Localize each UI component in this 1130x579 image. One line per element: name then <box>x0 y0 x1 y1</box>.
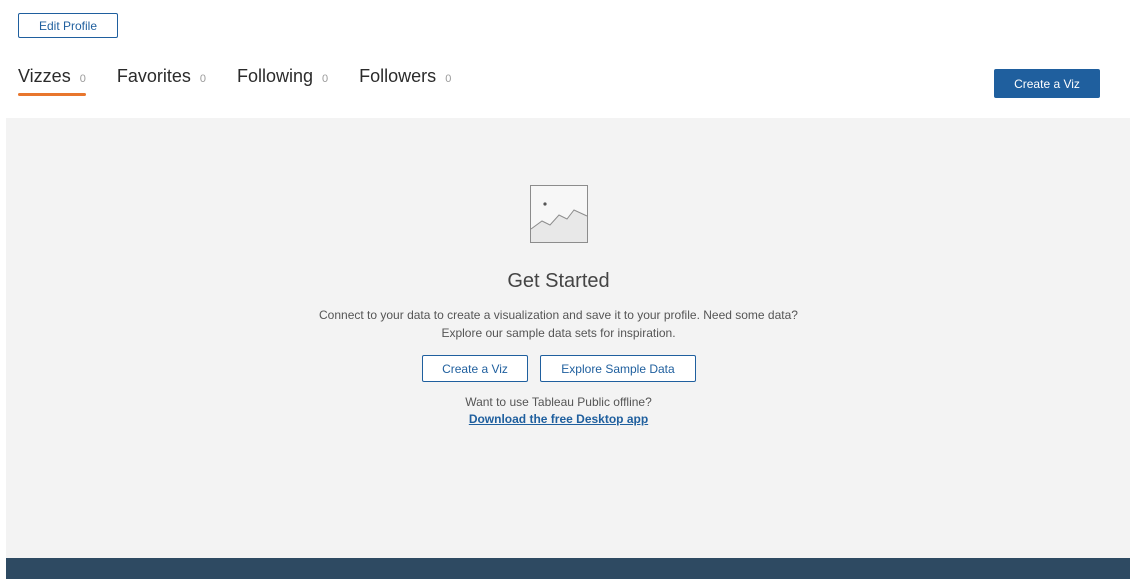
tab-label: Followers <box>359 66 437 86</box>
tab-followers[interactable]: Followers 0 <box>359 66 451 98</box>
description-line: Connect to your data to create a visuali… <box>319 308 798 322</box>
create-viz-outline-button[interactable]: Create a Viz <box>422 355 528 382</box>
explore-sample-data-button[interactable]: Explore Sample Data <box>540 355 696 382</box>
download-desktop-container: Download the free Desktop app <box>6 412 1111 426</box>
create-viz-button[interactable]: Create a Viz <box>994 69 1100 98</box>
tab-following[interactable]: Following 0 <box>237 66 328 98</box>
tab-count: 0 <box>199 73 206 85</box>
tab-count: 0 <box>322 73 329 85</box>
image-placeholder-icon <box>530 185 588 243</box>
tab-label: Following <box>236 66 314 86</box>
offline-prompt: Want to use Tableau Public offline? <box>465 395 652 409</box>
empty-state-description: Connect to your data to create a visuali… <box>6 306 1111 342</box>
tab-label: Vizzes <box>18 66 71 86</box>
tab-label: Favorites <box>116 66 191 86</box>
download-desktop-link[interactable]: Download the free Desktop app <box>469 412 648 426</box>
empty-state-actions: Create a Viz Explore Sample Data <box>422 355 696 382</box>
empty-state-panel: Get Started Connect to your data to crea… <box>6 118 1130 558</box>
tab-favorites[interactable]: Favorites 0 <box>117 66 206 98</box>
description-line: Explore our sample data sets for inspira… <box>441 326 676 340</box>
edit-profile-button[interactable]: Edit Profile <box>18 13 118 38</box>
tab-count: 0 <box>445 73 452 85</box>
profile-tabs: Vizzes 0 Favorites 0 Following 0 Followe… <box>18 66 482 100</box>
footer-bar <box>6 558 1130 579</box>
empty-state-title: Get Started <box>507 270 610 292</box>
tab-vizzes[interactable]: Vizzes 0 <box>18 66 86 98</box>
tab-count: 0 <box>79 73 86 85</box>
